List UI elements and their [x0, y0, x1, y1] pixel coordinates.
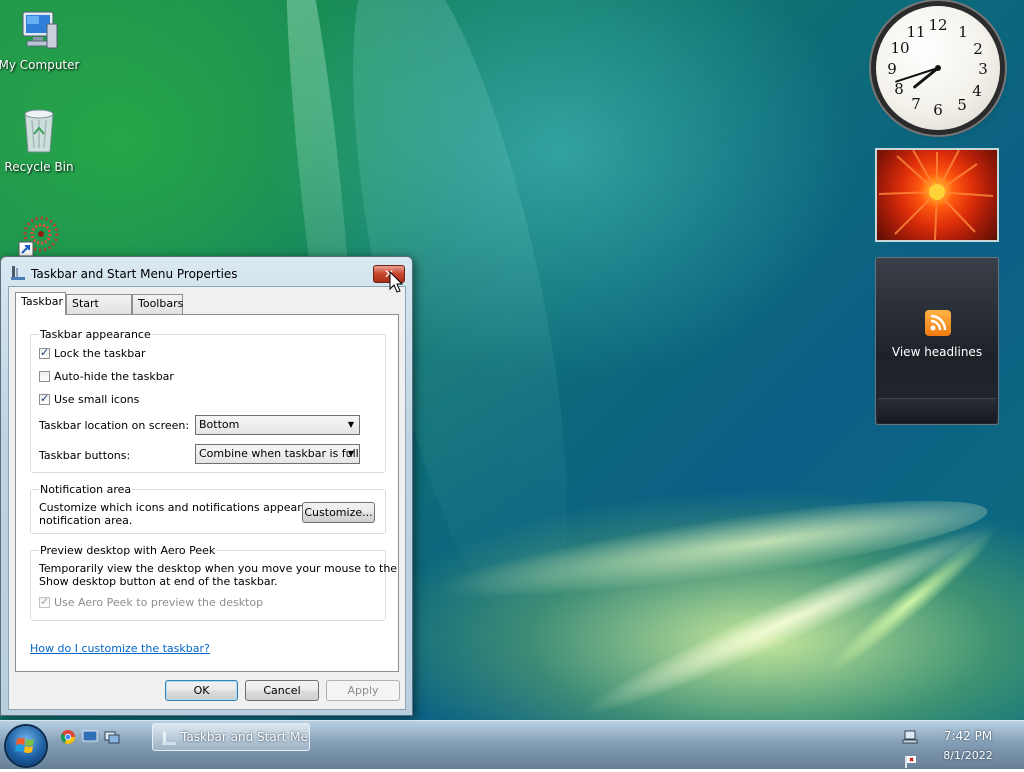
desktop-icon-shortcut[interactable]	[0, 212, 81, 262]
help-link[interactable]: How do I customize the taskbar?	[30, 642, 210, 655]
desktop-icon-label: Recycle Bin	[4, 160, 74, 174]
flower-photo	[878, 150, 994, 240]
start-button[interactable]	[6, 726, 46, 766]
chrome-icon[interactable]	[60, 729, 76, 745]
taskbar-button-taskbar-properties[interactable]: Taskbar and Start Me...	[152, 723, 310, 751]
checkbox-label: Use Aero Peek to preview the desktop	[54, 596, 264, 609]
desktop-icon-my-computer[interactable]: My Computer	[0, 10, 81, 72]
location-value: Bottom	[199, 418, 240, 431]
taskbar-properties-dialog: Taskbar and Start Menu Properties ✕ Task…	[0, 256, 413, 716]
group-title: Taskbar appearance	[39, 328, 152, 341]
tab-toolbars[interactable]: Toolbars	[132, 294, 183, 314]
view-headlines-link[interactable]: View headlines	[876, 345, 998, 359]
checkbox-label: Use small icons	[54, 393, 140, 406]
desktop-icon-recycle-bin[interactable]: Recycle Bin	[0, 108, 81, 174]
ok-button[interactable]: OK	[165, 680, 238, 701]
checkbox-box[interactable]	[39, 371, 50, 382]
customize-button[interactable]: Customize...	[302, 502, 375, 523]
computer-icon	[0, 10, 81, 55]
checkbox-label: Lock the taskbar	[54, 347, 146, 360]
checkbox-box[interactable]	[39, 346, 50, 359]
recycle-bin-icon	[0, 108, 81, 157]
slideshow-gadget[interactable]	[875, 148, 999, 242]
group-title: Notification area	[39, 483, 133, 496]
taskbar-buttons-value: Combine when taskbar is full	[199, 447, 359, 460]
location-label: Taskbar location on screen:	[39, 419, 190, 432]
apply-button[interactable]: Apply	[326, 680, 400, 701]
feed-footer	[878, 398, 996, 423]
cancel-button[interactable]: Cancel	[245, 680, 319, 701]
location-dropdown[interactable]: Bottom ▼	[195, 415, 360, 435]
chevron-down-icon: ▼	[347, 449, 354, 458]
taskbar-appearance-group: Taskbar appearance Lock the taskbar Auto…	[30, 328, 386, 473]
clock-hands	[895, 65, 941, 89]
feed-headlines-gadget[interactable]: View headlines	[875, 257, 999, 425]
tab-start-menu[interactable]: Start Menu	[66, 294, 132, 328]
action-center-flag-icon[interactable]	[904, 755, 918, 772]
flower-shortcut-icon	[0, 212, 81, 259]
buttons-label: Taskbar buttons:	[39, 449, 131, 462]
taskbar-properties-icon	[161, 729, 177, 750]
checkbox-box[interactable]	[39, 392, 50, 405]
taskbar-properties-icon	[10, 265, 26, 284]
notification-description-line: Customize which icons and notifications …	[39, 501, 337, 514]
switch-windows-icon[interactable]	[104, 729, 120, 745]
aero-description-line: Show desktop button at end of the taskba…	[39, 575, 278, 588]
clock-date[interactable]: 8/1/2022	[942, 749, 994, 762]
taskbar-tab-panel: Taskbar appearance Lock the taskbar Auto…	[15, 314, 399, 672]
notification-description-line: notification area.	[39, 514, 133, 527]
lock-taskbar-checkbox[interactable]: Lock the taskbar	[39, 346, 146, 360]
windows-logo-icon	[15, 738, 34, 753]
checkbox-box[interactable]	[39, 595, 50, 608]
checkbox-label: Auto-hide the taskbar	[54, 370, 174, 383]
clock-gadget[interactable]: 12 1 2 3 4 5 6 7 8 9 10 11	[876, 6, 1000, 130]
dialog-client-area: Taskbar Start Menu Toolbars Taskbar appe…	[8, 286, 406, 710]
auto-hide-checkbox[interactable]: Auto-hide the taskbar	[39, 370, 174, 383]
taskbar: Taskbar and Start Me... 7:42 PM 8/1/2022	[0, 720, 1024, 769]
show-desktop-icon[interactable]	[82, 729, 98, 745]
network-icon[interactable]	[902, 729, 918, 748]
rss-icon	[925, 310, 951, 336]
desktop-icon-label: My Computer	[0, 58, 80, 72]
taskbar-buttons-dropdown[interactable]: Combine when taskbar is full ▼	[195, 444, 360, 464]
notification-area-group: Notification area Customize which icons …	[30, 483, 386, 534]
aero-description-line: Temporarily view the desktop when you mo…	[39, 562, 398, 575]
dialog-title: Taskbar and Start Menu Properties	[31, 267, 238, 281]
small-icons-checkbox[interactable]: Use small icons	[39, 392, 140, 406]
task-label: Taskbar and Start Me...	[181, 730, 310, 744]
tab-taskbar[interactable]: Taskbar	[15, 292, 66, 315]
clock-time[interactable]: 7:42 PM	[942, 729, 994, 743]
chevron-down-icon: ▼	[347, 420, 354, 429]
group-title: Preview desktop with Aero Peek	[39, 544, 217, 557]
aero-peek-checkbox[interactable]: Use Aero Peek to preview the desktop	[39, 595, 264, 609]
aero-peek-group: Preview desktop with Aero Peek Temporari…	[30, 544, 397, 621]
dialog-titlebar[interactable]: Taskbar and Start Menu Properties ✕	[1, 257, 412, 287]
